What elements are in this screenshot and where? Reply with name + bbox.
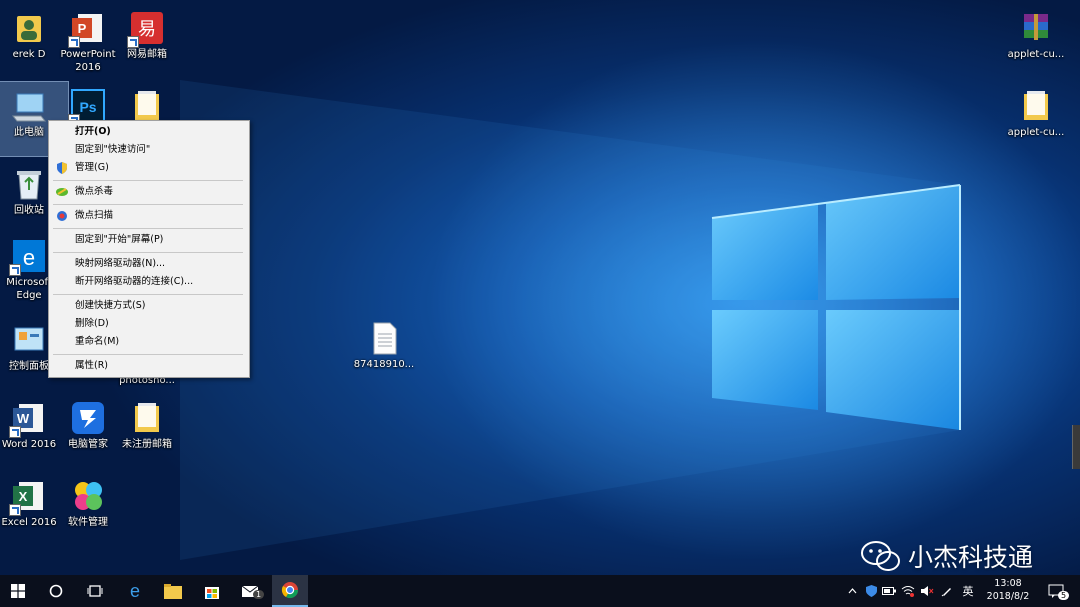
desktop-icon-label: applet-cu... xyxy=(1007,127,1065,138)
taskbar-explorer-button[interactable] xyxy=(155,575,191,607)
edge-scroll-handle[interactable] xyxy=(1072,425,1080,469)
shield-icon xyxy=(57,162,67,174)
chrome-icon xyxy=(281,582,299,599)
taskbar: e 1 英 13:08 2018/8/2 5 xyxy=(0,575,1080,607)
task-view-icon xyxy=(87,585,103,597)
svg-text:X: X xyxy=(19,489,28,504)
tray-volume[interactable] xyxy=(918,575,936,607)
task-view-button[interactable] xyxy=(77,575,113,607)
tray-pen[interactable] xyxy=(938,575,956,607)
shortcut-arrow-icon xyxy=(68,36,80,48)
menu-item-manage[interactable]: 管理(G) xyxy=(49,159,249,177)
taskbar-store-button[interactable] xyxy=(194,575,230,607)
desktop-icon-label: 网易邮箱 xyxy=(127,49,167,60)
menu-separator xyxy=(53,353,243,355)
desktop-icon-label: 87418910... xyxy=(353,359,415,370)
store-bag-icon xyxy=(205,587,219,599)
tray-security-shield[interactable] xyxy=(862,575,880,607)
svg-text:e: e xyxy=(130,582,140,600)
folder-icon xyxy=(164,583,182,599)
menu-item-delete[interactable]: 删除(D) xyxy=(49,315,249,333)
desktop-icon-software-manager[interactable]: 软件管理 xyxy=(49,472,127,546)
menu-item-rename[interactable]: 重命名(M) xyxy=(49,333,249,351)
tray-ime[interactable]: 英 xyxy=(958,575,978,607)
menu-item-label: 微点扫描 xyxy=(75,210,114,221)
clock-date: 2018/8/2 xyxy=(986,591,1030,602)
taskbar-chrome-button[interactable] xyxy=(272,575,308,607)
shield-icon xyxy=(865,585,877,597)
menu-item-create-shortcut[interactable]: 创建快捷方式(S) xyxy=(49,297,249,315)
taskbar-clock[interactable]: 13:08 2018/8/2 xyxy=(980,577,1036,605)
shortcut-arrow-icon xyxy=(9,264,21,276)
action-center-button[interactable]: 5 xyxy=(1042,575,1070,607)
chevron-up-icon xyxy=(848,588,856,594)
menu-separator xyxy=(53,203,243,205)
menu-item-label: 管理(G) xyxy=(75,162,109,173)
svg-text:P: P xyxy=(78,21,87,36)
menu-item-properties[interactable]: 属性(R) xyxy=(49,357,249,375)
desktop-icon-163-mail[interactable]: 易 网易邮箱 xyxy=(108,4,186,78)
scan-icon xyxy=(57,211,67,221)
svg-text:e: e xyxy=(23,245,35,270)
taskbar-edge-button[interactable]: e xyxy=(117,575,153,607)
volume-muted-icon xyxy=(921,586,934,596)
shortcut-arrow-icon xyxy=(127,36,139,48)
cortana-circle-icon xyxy=(49,584,63,598)
clock-time: 13:08 xyxy=(994,578,1022,589)
watermark: 小杰科技通 xyxy=(860,536,1033,576)
menu-separator xyxy=(53,293,243,295)
menu-separator xyxy=(53,179,243,181)
menu-separator xyxy=(53,227,243,229)
notification-count-badge: 5 xyxy=(1058,591,1070,600)
menu-item-pin-quick-access[interactable]: 固定到"快速访问" xyxy=(49,141,249,159)
edge-icon: e xyxy=(130,582,140,600)
svg-text:W: W xyxy=(17,411,30,426)
taskbar-mail-button[interactable]: 1 xyxy=(233,575,269,607)
tray-overflow-chevron[interactable] xyxy=(844,575,860,607)
mail-badge: 1 xyxy=(253,590,265,599)
tray-battery[interactable] xyxy=(880,575,898,607)
watermark-text: 小杰科技通 xyxy=(908,543,1034,572)
menu-item-label: 微点杀毒 xyxy=(75,186,114,197)
pen-icon xyxy=(941,588,951,597)
cortana-button[interactable] xyxy=(38,575,74,607)
menu-item-pin-start[interactable]: 固定到"开始"屏幕(P) xyxy=(49,231,249,249)
shortcut-arrow-icon xyxy=(9,426,21,438)
wechat-icon xyxy=(861,541,900,571)
context-menu: 打开(O) 固定到"快速访问" 管理(G) 微点杀毒 微点扫描 固定到"开始"屏… xyxy=(48,120,250,378)
menu-item-micropoint-scan[interactable]: 微点扫描 xyxy=(49,207,249,225)
menu-item-disconnect-network-drive[interactable]: 断开网络驱动器的连接(C)... xyxy=(49,273,249,291)
desktop-icon-applet-folder[interactable]: applet-cu... xyxy=(997,82,1075,156)
antivirus-icon xyxy=(56,188,68,196)
tray-network[interactable] xyxy=(899,575,917,607)
wifi-disconnected-icon xyxy=(901,586,915,597)
svg-text:Ps: Ps xyxy=(79,99,96,115)
menu-item-micropoint-antivirus[interactable]: 微点杀毒 xyxy=(49,183,249,201)
desktop-icon-label: 软件管理 xyxy=(68,517,108,528)
windows-logo-icon xyxy=(11,584,25,598)
shortcut-arrow-icon xyxy=(9,504,21,516)
menu-item-open[interactable]: 打开(O) xyxy=(49,123,249,141)
start-button[interactable] xyxy=(0,575,36,607)
battery-icon xyxy=(882,587,896,595)
menu-item-map-network-drive[interactable]: 映射网络驱动器(N)... xyxy=(49,255,249,273)
desktop-icon-label: applet-cu... xyxy=(1007,49,1065,60)
desktop-icon-document-file[interactable]: 87418910... xyxy=(345,314,423,388)
desktop-icon-applet-archive[interactable]: applet-cu... xyxy=(997,4,1075,78)
menu-separator xyxy=(53,251,243,253)
desktop-icon-unregistered-mail[interactable]: 未注册邮箱 xyxy=(108,394,186,468)
svg-text:易: 易 xyxy=(138,19,156,40)
desktop-icon-label: 未注册邮箱 xyxy=(122,439,172,450)
